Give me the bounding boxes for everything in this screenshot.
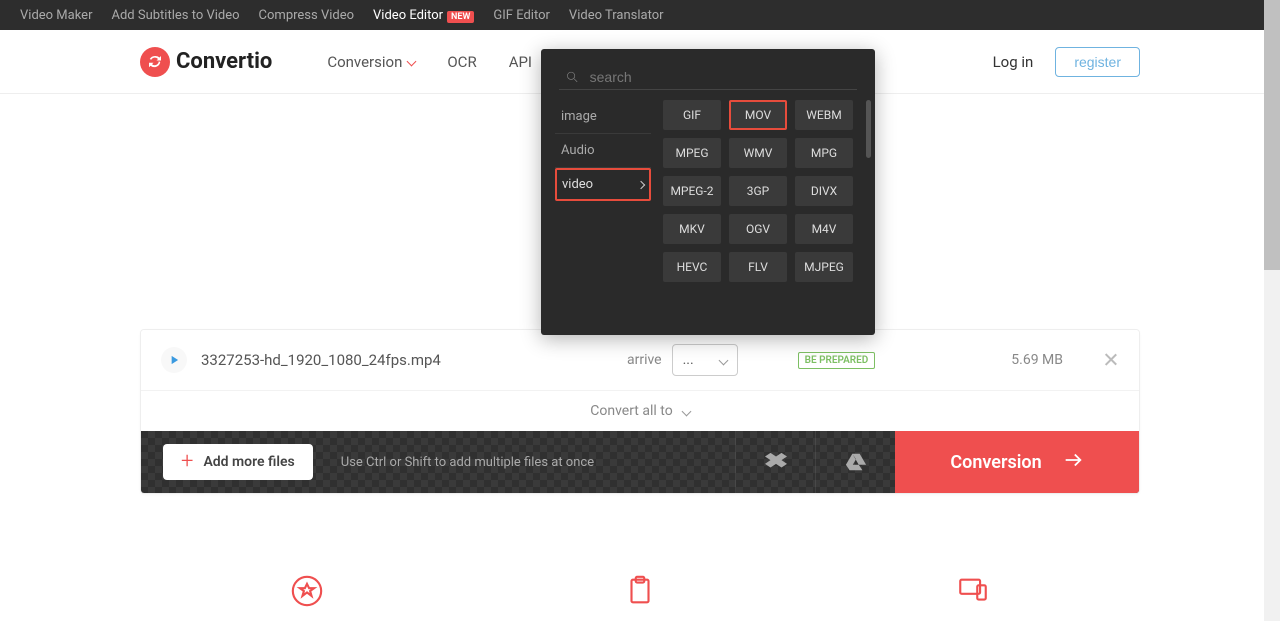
format-mpeg2[interactable]: MPEG-2	[663, 176, 721, 206]
search-input[interactable]	[590, 69, 851, 85]
scrollbar-thumb[interactable]	[1264, 0, 1280, 270]
format-mkv[interactable]: MKV	[663, 214, 721, 244]
file-size: 5.69 MB	[1011, 352, 1063, 368]
topnav-add-subtitles[interactable]: Add Subtitles to Video	[111, 8, 239, 23]
topnav-video-maker[interactable]: Video Maker	[20, 8, 92, 23]
scrollbar[interactable]	[866, 100, 871, 158]
devices-icon	[956, 574, 990, 612]
plus-icon: +	[181, 455, 193, 469]
register-button[interactable]: register	[1055, 47, 1140, 77]
dropbox-button[interactable]	[735, 431, 815, 493]
format-grid: GIF MOV WEBM MPEG WMV MPG MPEG-2 3GP DIV…	[663, 100, 861, 282]
topnav-compress-video[interactable]: Compress Video	[259, 8, 354, 23]
topnav-video-translator[interactable]: Video Translator	[569, 8, 664, 23]
page-scrollbar[interactable]	[1264, 0, 1280, 621]
chevron-down-icon	[718, 355, 728, 365]
play-icon	[161, 347, 187, 373]
format-flv[interactable]: FLV	[729, 252, 787, 282]
category-video[interactable]: video	[555, 168, 651, 201]
topnav-video-editor[interactable]: Video EditorNEW	[373, 8, 474, 23]
nav-conversion[interactable]: Conversion	[327, 53, 415, 71]
conversion-button[interactable]: Conversion	[895, 431, 1139, 493]
footer-bar: + Add more files Use Ctrl or Shift to ad…	[141, 431, 1139, 493]
login-link[interactable]: Log in	[993, 53, 1034, 71]
clipboard-icon	[623, 574, 657, 612]
cloud-icons	[735, 431, 895, 493]
logo[interactable]: Convertio	[140, 47, 272, 77]
close-icon[interactable]	[1103, 352, 1119, 368]
format-hevc[interactable]: HEVC	[663, 252, 721, 282]
file-card: 3327253-hd_1920_1080_24fps.mp4 arrive ..…	[140, 329, 1140, 494]
logo-icon	[140, 47, 170, 77]
format-webm[interactable]: WEBM	[795, 100, 853, 130]
add-more-files-button[interactable]: + Add more files	[163, 444, 313, 480]
format-m4v[interactable]: M4V	[795, 214, 853, 244]
filename: 3327253-hd_1920_1080_24fps.mp4	[201, 351, 491, 369]
topnav-gif-editor[interactable]: GIF Editor	[493, 8, 550, 23]
nav-api[interactable]: API	[509, 53, 532, 71]
star-icon	[290, 574, 324, 612]
format-gif[interactable]: GIF	[663, 100, 721, 130]
file-row: 3327253-hd_1920_1080_24fps.mp4 arrive ..…	[141, 330, 1139, 391]
dropdown-value: ...	[683, 352, 694, 368]
nav-ocr[interactable]: OCR	[447, 53, 476, 71]
google-drive-button[interactable]	[815, 431, 895, 493]
format-mpeg[interactable]: MPEG	[663, 138, 721, 168]
format-mjpeg[interactable]: MJPEG	[795, 252, 853, 282]
feature-icons	[140, 574, 1140, 612]
category-list: image Audio video	[555, 100, 651, 282]
format-3gp[interactable]: 3GP	[729, 176, 787, 206]
prepared-badge: BE PREPARED	[798, 352, 876, 369]
search-box	[559, 65, 857, 90]
chevron-right-icon	[637, 180, 645, 188]
chevron-down-icon	[407, 57, 417, 67]
format-mpg[interactable]: MPG	[795, 138, 853, 168]
format-ogv[interactable]: OGV	[729, 214, 787, 244]
arrow-right-icon	[1062, 449, 1084, 476]
category-audio[interactable]: Audio	[555, 134, 651, 168]
format-wmv[interactable]: WMV	[729, 138, 787, 168]
chevron-down-icon	[681, 406, 691, 416]
category-image[interactable]: image	[555, 100, 651, 134]
arrive-label: arrive	[627, 352, 662, 368]
brand-text: Convertio	[176, 49, 272, 74]
multi-file-hint: Use Ctrl or Shift to add multiple files …	[341, 455, 594, 470]
format-panel: image Audio video GIF MOV WEBM MPEG WMV …	[541, 49, 875, 335]
format-divx[interactable]: DIVX	[795, 176, 853, 206]
convert-all-to[interactable]: Convert all to	[141, 391, 1139, 431]
search-icon	[565, 69, 580, 85]
format-dropdown[interactable]: ...	[672, 344, 738, 376]
new-badge: NEW	[447, 11, 474, 23]
top-nav: Video Maker Add Subtitles to Video Compr…	[0, 0, 1280, 30]
main-nav: Conversion OCR API	[327, 53, 532, 71]
format-mov[interactable]: MOV	[729, 100, 787, 130]
